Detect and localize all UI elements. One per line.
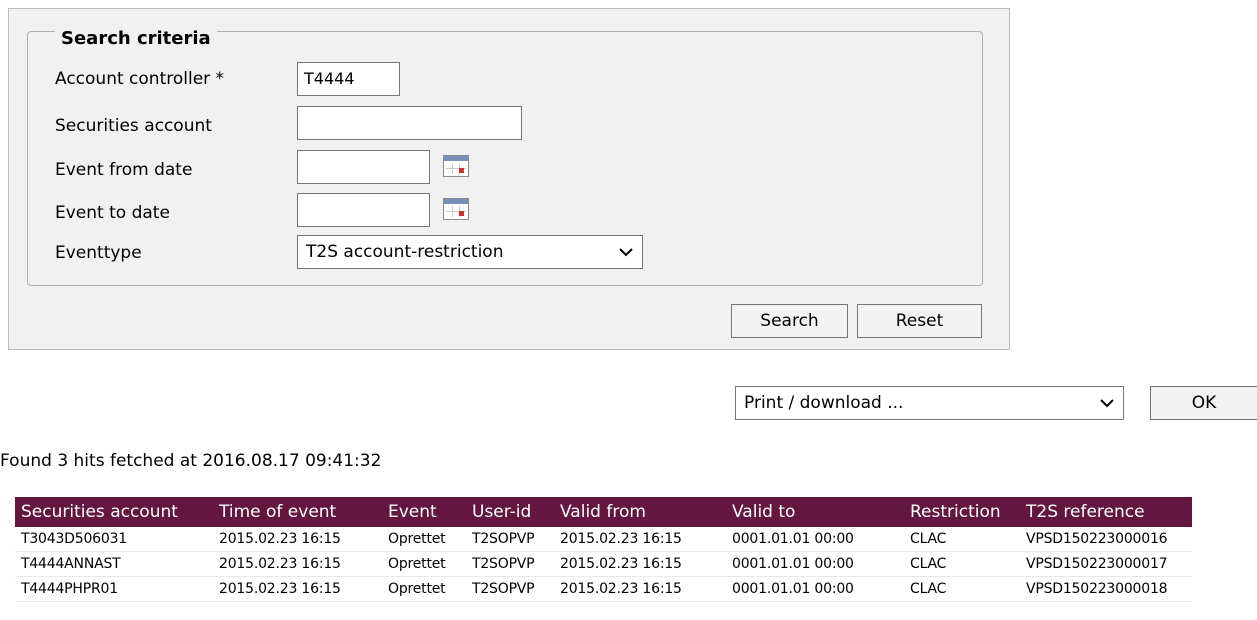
table-cell: 2015.02.23 16:15 xyxy=(213,551,382,577)
column-header[interactable]: Valid to xyxy=(726,497,904,527)
table-row[interactable]: T4444ANNAST 2015.02.23 16:15 Oprettet T2… xyxy=(15,551,1192,577)
table-cell: 2015.02.23 16:15 xyxy=(554,551,726,577)
table-cell: T4444ANNAST xyxy=(15,551,213,577)
table-cell: VPSD150223000016 xyxy=(1020,527,1192,552)
table-cell: 2015.02.23 16:15 xyxy=(554,576,726,602)
table-cell: CLAC xyxy=(904,551,1020,577)
column-header[interactable]: User-id xyxy=(466,497,554,527)
table-cell: CLAC xyxy=(904,527,1020,552)
table-cell: 0001.01.01 00:00 xyxy=(726,527,904,552)
reset-button[interactable]: Reset xyxy=(857,304,982,338)
event-to-date-input[interactable] xyxy=(297,193,430,227)
calendar-icon[interactable] xyxy=(443,155,469,177)
column-header[interactable]: T2S reference xyxy=(1020,497,1192,527)
table-cell: T4444PHPR01 xyxy=(15,576,213,602)
table-cell: VPSD150223000018 xyxy=(1020,576,1192,602)
results-status-text: Found 3 hits fetched at 2016.08.17 09:41… xyxy=(0,451,382,471)
account-controller-label: Account controller * xyxy=(55,69,225,89)
table-cell: 0001.01.01 00:00 xyxy=(726,551,904,577)
event-to-date-label: Event to date xyxy=(55,203,170,223)
table-cell: T2SOPVP xyxy=(466,576,554,602)
table-header-row: Securities account Time of event Event U… xyxy=(15,497,1192,527)
table-cell: Oprettet xyxy=(382,576,466,602)
column-header[interactable]: Event xyxy=(382,497,466,527)
account-controller-input[interactable]: T4444 xyxy=(297,62,400,96)
eventtype-select[interactable]: T2S account-restriction xyxy=(297,235,643,269)
securities-account-input[interactable] xyxy=(297,106,522,140)
search-criteria-legend: Search criteria xyxy=(55,28,217,49)
table-cell: 2015.02.23 16:15 xyxy=(554,527,726,552)
ok-button[interactable]: OK xyxy=(1150,386,1257,420)
table-cell: Oprettet xyxy=(382,527,466,552)
event-from-date-input[interactable] xyxy=(297,150,430,184)
table-cell: T2SOPVP xyxy=(466,551,554,577)
event-from-date-label: Event from date xyxy=(55,160,193,180)
table-cell: T2SOPVP xyxy=(466,527,554,552)
table-cell: T3043D506031 xyxy=(15,527,213,552)
chevron-down-icon xyxy=(1100,399,1114,408)
column-header[interactable]: Time of event xyxy=(213,497,382,527)
column-header[interactable]: Securities account xyxy=(15,497,213,527)
results-table: Securities account Time of event Event U… xyxy=(15,497,1192,602)
table-cell: 2015.02.23 16:15 xyxy=(213,527,382,552)
table-row[interactable]: T4444PHPR01 2015.02.23 16:15 Oprettet T2… xyxy=(15,576,1192,602)
table-row[interactable]: T3043D506031 2015.02.23 16:15 Oprettet T… xyxy=(15,527,1192,552)
table-cell: 2015.02.23 16:15 xyxy=(213,576,382,602)
column-header[interactable]: Restriction xyxy=(904,497,1020,527)
column-header[interactable]: Valid from xyxy=(554,497,726,527)
eventtype-select-value: T2S account-restriction xyxy=(306,242,504,262)
table-cell: 0001.01.01 00:00 xyxy=(726,576,904,602)
print-download-select-value: Print / download ... xyxy=(744,393,904,413)
print-download-select[interactable]: Print / download ... xyxy=(735,386,1124,420)
table-cell: VPSD150223000017 xyxy=(1020,551,1192,577)
securities-account-label: Securities account xyxy=(55,116,212,136)
chevron-down-icon xyxy=(619,248,633,257)
table-cell: CLAC xyxy=(904,576,1020,602)
calendar-icon[interactable] xyxy=(443,198,469,220)
eventtype-label: Eventtype xyxy=(55,243,142,263)
search-button[interactable]: Search xyxy=(731,304,848,338)
table-cell: Oprettet xyxy=(382,551,466,577)
